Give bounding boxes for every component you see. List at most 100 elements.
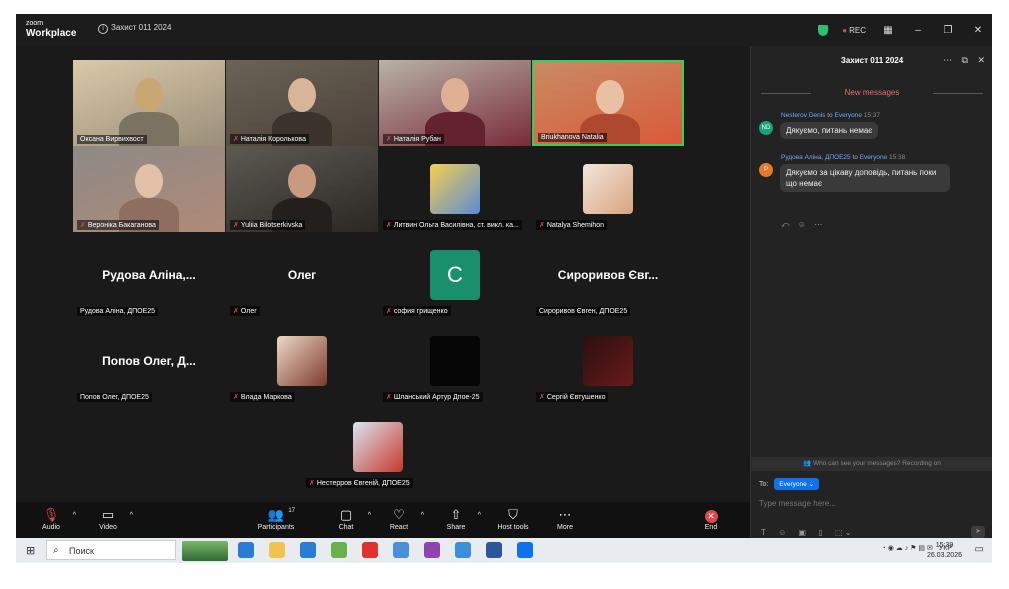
participant-name: Наталія Рубан [393, 136, 441, 143]
emoji-react-icon[interactable]: ☺ [798, 220, 806, 229]
participant-tile[interactable]: ✗ Нестерров Євгеній, ДПОЕ25 [302, 404, 454, 490]
message-meta: Nesterov Denis to Everyone 15:37 [781, 112, 880, 119]
video-button[interactable]: ▭ Video ^ [83, 506, 133, 531]
format-text-icon[interactable]: T [761, 528, 766, 537]
send-icon[interactable]: ➤ [971, 526, 985, 538]
participant-tile[interactable]: ✗ Влада Маркова [226, 318, 378, 404]
participant-tile[interactable]: ✗ Шланський Артур Дпое-25 [379, 318, 531, 404]
chat-button[interactable]: ▢ Chat ^ [321, 506, 371, 531]
participant-tile[interactable]: Briukhanova Natalia [532, 60, 684, 146]
chat-close-icon[interactable]: ✕ [977, 55, 985, 65]
recording-indicator[interactable]: ● REC [842, 26, 866, 35]
reply-icon[interactable]: ⤺ [781, 220, 790, 229]
participant-tile[interactable]: Сироривов Євг... Сироривов Євген, ДПОЕ25 [532, 232, 684, 318]
notification-icon[interactable]: ▭ [975, 544, 984, 555]
taskbar-app-icon[interactable] [269, 542, 285, 558]
record-dot-icon: ● [842, 25, 848, 35]
react-options-caret-icon[interactable]: ^ [421, 512, 424, 519]
participant-name: Вероніка Бакаганова [87, 222, 156, 229]
rec-label: REC [849, 25, 866, 35]
taskbar-app-icon[interactable] [424, 542, 440, 558]
mic-muted-icon: ✗ [80, 222, 86, 229]
more-label: More [557, 524, 573, 531]
recipient-value: Everyone [779, 481, 807, 488]
close-button[interactable]: ✕ [970, 25, 986, 36]
participant-name-label: ✗ Влада Маркова [230, 392, 295, 402]
taskbar-app-icon[interactable] [331, 542, 347, 558]
sender-avatar: P [759, 163, 773, 177]
recipient-dropdown[interactable]: Everyone ⌄ [774, 478, 820, 490]
participant-tile[interactable]: ✗ Natalya Shemihon [532, 146, 684, 232]
participant-name: Наталія Королькова [240, 136, 306, 143]
participant-tile[interactable]: ✗ Сергій Євтушенко [532, 318, 684, 404]
participant-video-face [596, 80, 624, 114]
participant-name: Попов Олег, ДПОЕ25 [80, 394, 149, 401]
emoji-icon[interactable]: ☺ [778, 528, 786, 537]
security-shield-icon[interactable] [818, 24, 829, 36]
gif-icon[interactable]: ▣ [799, 528, 807, 537]
message-meta: Рудова Аліна, ДПОЕ25 to Everyone 15:38 [781, 154, 905, 161]
taskbar-app-icon[interactable] [238, 542, 254, 558]
participant-tile[interactable]: ✗ Yuliia Bilotserkivska [226, 146, 378, 232]
end-button[interactable]: ✕ End [686, 506, 736, 531]
file-icon[interactable]: ▯ [818, 528, 822, 537]
participants-button[interactable]: 👥 17 Participants [251, 506, 301, 531]
host-tools-button[interactable]: ⛉ Host tools [488, 506, 538, 531]
message-more-icon[interactable]: ⋯ [814, 220, 822, 229]
taskbar-app-icon[interactable] [455, 542, 471, 558]
minimize-button[interactable]: – [910, 25, 926, 36]
meeting-info[interactable]: i Захист 011 2024 [98, 23, 171, 34]
chat-visibility-notice[interactable]: 👥 Who can see your messages? Recording o… [751, 457, 992, 471]
participants-count: 17 [288, 508, 295, 514]
taskbar-clock[interactable]: 15:39 26.03.2026 [927, 541, 962, 561]
participant-tile[interactable]: ✗ Литвин Ольга Василівна, ст. викл. ка... [379, 146, 531, 232]
search-icon: ⌕ [53, 545, 59, 556]
video-options-caret-icon[interactable]: ^ [130, 512, 133, 519]
message-sender: Nesterov Denis [781, 112, 826, 119]
participant-tile[interactable]: C ✗ софия грищенко [379, 232, 531, 318]
windows-start-icon[interactable]: ⊞ [26, 544, 35, 557]
chat-panel: Захист 011 2024 ⋯ ⧉ ✕ New messages ND Ne… [750, 46, 992, 538]
share-button[interactable]: ⇧ Share ^ [431, 506, 481, 531]
audio-button[interactable]: 🎙 Audio ^ [26, 506, 76, 531]
participant-tile[interactable]: ✗ Вероніка Бакаганова [73, 146, 225, 232]
chat-more-icon[interactable]: ⋯ [943, 55, 952, 65]
more-button[interactable]: ⋯ More [540, 506, 590, 531]
mic-muted-icon: 🎙 [42, 507, 60, 522]
mic-muted-icon: ✗ [386, 136, 392, 143]
taskbar-search[interactable]: ⌕ Поиск [46, 540, 176, 560]
screenshot-icon[interactable]: ⬚ ⌄ [835, 528, 851, 537]
participant-name: Рудова Аліна, ДПОЕ25 [80, 308, 156, 315]
participant-tile[interactable]: Олег ✗ Олег [226, 232, 378, 318]
participant-tile[interactable]: Попов Олег, Д... Попов Олег, ДПОЕ25 [73, 318, 225, 404]
participant-tile[interactable]: Оксана Вирвихвост [73, 60, 225, 146]
taskbar-app-icon[interactable] [517, 542, 533, 558]
taskbar-app-icon[interactable] [362, 542, 378, 558]
tray-icons[interactable]: ◔ ◉ ☁ ♪ ⚑ ▤ ✉ [882, 544, 933, 552]
zoom-window: zoom Workplace i Захист 011 2024 ● REC ▦ –… [16, 14, 992, 563]
taskbar-app-icon[interactable] [300, 542, 316, 558]
to-label: To: [759, 481, 769, 488]
react-button[interactable]: ♡ React ^ [374, 506, 424, 531]
share-options-caret-icon[interactable]: ^ [478, 512, 481, 519]
message-input[interactable] [759, 499, 959, 508]
camera-icon: ▭ [101, 507, 115, 522]
search-highlight-image[interactable] [182, 541, 228, 561]
audio-options-caret-icon[interactable]: ^ [73, 512, 76, 519]
participant-tile[interactable]: Рудова Аліна,... Рудова Аліна, ДПОЕ25 [73, 232, 225, 318]
chat-options-caret-icon[interactable]: ^ [368, 512, 371, 519]
taskbar-app-icon[interactable] [486, 542, 502, 558]
chat-icon: ▢ [339, 507, 353, 522]
share-screen-icon: ⇧ [450, 507, 462, 522]
participant-name-label: Briukhanova Natalia [538, 133, 607, 142]
view-grid-icon[interactable]: ▦ [880, 25, 896, 36]
mic-muted-icon: ✗ [233, 222, 239, 229]
taskbar-app-icon[interactable] [393, 542, 409, 558]
restore-button[interactable]: ❐ [940, 25, 956, 36]
participant-video-face [288, 78, 316, 112]
participants-label: Participants [257, 524, 295, 531]
more-dots-icon: ⋯ [558, 507, 572, 522]
participant-tile[interactable]: ✗ Наталія Рубан [379, 60, 531, 146]
participant-tile[interactable]: ✗ Наталія Королькова [226, 60, 378, 146]
popout-icon[interactable]: ⧉ [962, 55, 968, 65]
